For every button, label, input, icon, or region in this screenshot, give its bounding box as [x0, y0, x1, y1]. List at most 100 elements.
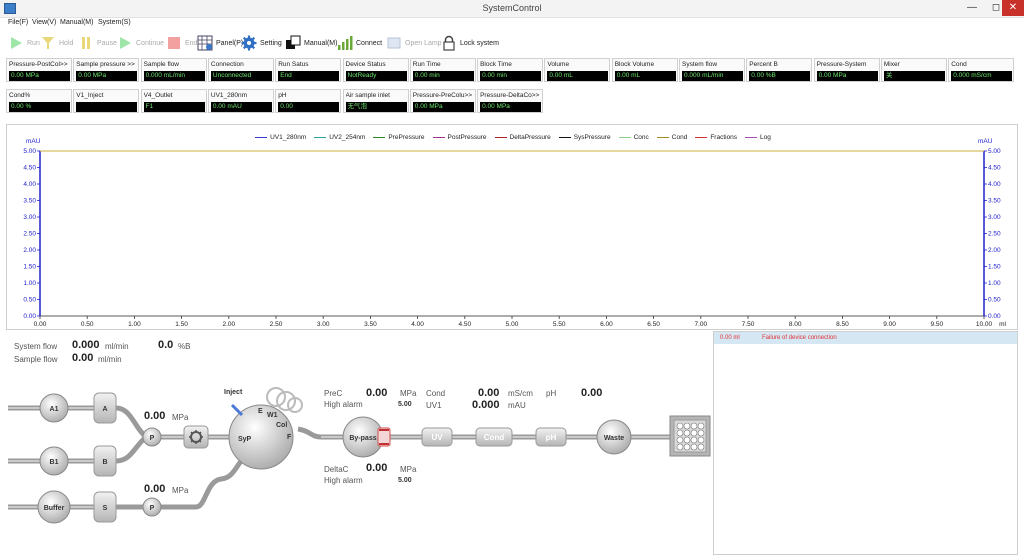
param-box[interactable]: Pressure-System 0.00 MPa [813, 58, 880, 82]
param-box[interactable]: Block Time 0.00 min [477, 58, 544, 82]
param-box[interactable]: Pressure-PreColu>> 0.00 MPa [409, 89, 476, 113]
param-label: Run Satus [278, 61, 309, 68]
continue-button[interactable]: Continue [117, 33, 164, 53]
mixer[interactable] [183, 425, 209, 449]
param-value [76, 102, 138, 112]
port-f-label: F [287, 434, 292, 441]
param-label: Percent B [749, 61, 778, 68]
x-tick-label: 3.00 [317, 321, 330, 328]
y-tick-label-left: 1.50 [23, 264, 36, 271]
y-tick-label-right: 1.50 [988, 264, 1001, 271]
param-box[interactable]: Percent B 0.00 %B [746, 58, 813, 82]
param-value: 0.00 mAU [210, 102, 272, 112]
param-box[interactable]: pH 0.00 [275, 89, 342, 113]
param-box[interactable]: Mixer 关 [880, 58, 947, 82]
param-box[interactable]: Sample flow 0.000 mL/min [140, 58, 207, 82]
y-axis-label-left: mAU [26, 138, 41, 145]
x-tick-label: 4.50 [458, 321, 471, 328]
param-value: F1 [143, 102, 205, 112]
x-tick-label: 9.00 [883, 321, 896, 328]
x-tick-label: 5.50 [553, 321, 566, 328]
inject-label: Inject [224, 389, 243, 396]
connect-button[interactable]: Connect [337, 33, 382, 53]
param-label: UV1_280nm [210, 92, 248, 99]
param-value: 0.00 mL [614, 71, 676, 81]
inlet-b1-label: B1 [50, 459, 59, 466]
param-value: End [278, 71, 340, 81]
param-label: Pressure-PostCol>> [9, 61, 68, 68]
minimize-button[interactable]: — [959, 0, 985, 16]
manual-icon [286, 35, 301, 49]
param-box[interactable]: Run Satus End [275, 58, 342, 82]
run-button[interactable]: Run [8, 33, 40, 53]
param-value: 0.000 mS/cm [951, 71, 1013, 81]
x-tick-label: 2.00 [222, 321, 235, 328]
pump-head-a-label: A [102, 406, 107, 413]
x-tick-label: 1.50 [175, 321, 188, 328]
param-box[interactable]: Device Status NotReady [342, 58, 409, 82]
open-lamp-button[interactable]: Open Lamp [386, 33, 442, 53]
x-tick-label: 5.00 [506, 321, 519, 328]
menu-manual[interactable]: Manual(M) [60, 19, 93, 26]
param-box[interactable]: Connection Unconnected [207, 58, 274, 82]
y-tick-label-right: 2.00 [988, 247, 1001, 254]
param-label: Block Time [480, 61, 512, 68]
panel-button[interactable]: Panel(P) [197, 33, 243, 53]
param-box[interactable]: Sample pressure >> 0.00 MPa [73, 58, 140, 82]
hold-button[interactable]: Hold [40, 33, 73, 53]
menu-bar: File(F) View(V) Manual(M) System(S) [0, 18, 1024, 29]
param-label: Run Time [412, 61, 441, 68]
x-tick-label: 6.50 [647, 321, 660, 328]
continue-icon [120, 37, 131, 49]
app-window: SystemControl — ◻ ✕ File(F) View(V) Manu… [0, 0, 1024, 559]
y-tick-label-right: 5.00 [988, 148, 1001, 155]
pause-button[interactable]: Pause [78, 33, 117, 53]
param-label: pH [278, 92, 287, 99]
setting-button[interactable]: Setting [241, 33, 282, 53]
y-tick-label-right: 4.00 [988, 181, 1001, 188]
menu-file[interactable]: File(F) [8, 19, 28, 26]
param-box[interactable]: Pressure-PostCol>> 0.00 MPa [6, 58, 72, 82]
param-box[interactable]: Block Volume 0.00 mL [611, 58, 678, 82]
y-tick-label-left: 0.00 [23, 313, 36, 320]
param-box[interactable]: V1_Inject [73, 89, 140, 113]
play-icon [11, 37, 22, 49]
log-message: Failure of device connection [762, 335, 837, 341]
param-box[interactable]: Run Time 0.00 min [409, 58, 476, 82]
param-label: Pressure-DeltaCo>> [480, 92, 540, 99]
param-box[interactable]: Pressure-DeltaCo>> 0.00 MPa [477, 89, 544, 113]
close-button[interactable]: ✕ [1002, 0, 1024, 16]
y-tick-label-right: 3.00 [988, 214, 1001, 221]
y-tick-label-right: 2.50 [988, 231, 1001, 238]
pressure-sensor-p1-label: P [150, 435, 155, 442]
param-label: Sample flow [143, 61, 179, 68]
chromatogram-chart[interactable]: UV1_280nm UV2_254nm PrePressure PostPressur… [6, 124, 1018, 330]
log-entry[interactable]: 0.00 ml Failure of device connection [714, 332, 1017, 344]
param-box[interactable]: V4_Outlet F1 [140, 89, 207, 113]
funnel-icon [42, 37, 54, 49]
param-box[interactable]: Air sample inlet 无气泡 [342, 89, 409, 113]
param-box[interactable]: UV1_280nm 0.00 mAU [207, 89, 274, 113]
menu-system[interactable]: System(S) [98, 19, 131, 26]
stop-icon [168, 37, 180, 49]
param-box[interactable]: Cond% 0.00 % [6, 89, 72, 113]
param-box[interactable]: Volume 0.00 mL [544, 58, 611, 82]
param-value: 0.00 MPa [480, 102, 542, 112]
param-value: 关 [883, 71, 945, 81]
y-tick-label-left: 3.50 [23, 198, 36, 205]
param-value: 0.00 min [480, 71, 542, 81]
x-tick-label: 10.00 [976, 321, 993, 328]
menu-view[interactable]: View(V) [32, 19, 56, 26]
param-box[interactable]: System flow 0.000 mL/min [679, 58, 745, 82]
toolbar: Run Hold Pause Continue End Panel(P) Set… [0, 29, 1024, 57]
lock-system-button[interactable]: Lock system [441, 33, 499, 53]
x-tick-label: 2.50 [270, 321, 283, 328]
manual-button[interactable]: Manual(M) [285, 33, 337, 53]
x-axis-unit: ml [999, 321, 1006, 328]
y-tick-label-left: 2.00 [23, 247, 36, 254]
x-tick-label: 4.00 [411, 321, 424, 328]
event-log-panel[interactable]: 0.00 ml Failure of device connection [713, 331, 1018, 555]
param-value: 0.00 MPa [76, 71, 138, 81]
end-button[interactable]: End [166, 33, 197, 53]
param-box[interactable]: Cond 0.000 mS/cm [948, 58, 1015, 82]
